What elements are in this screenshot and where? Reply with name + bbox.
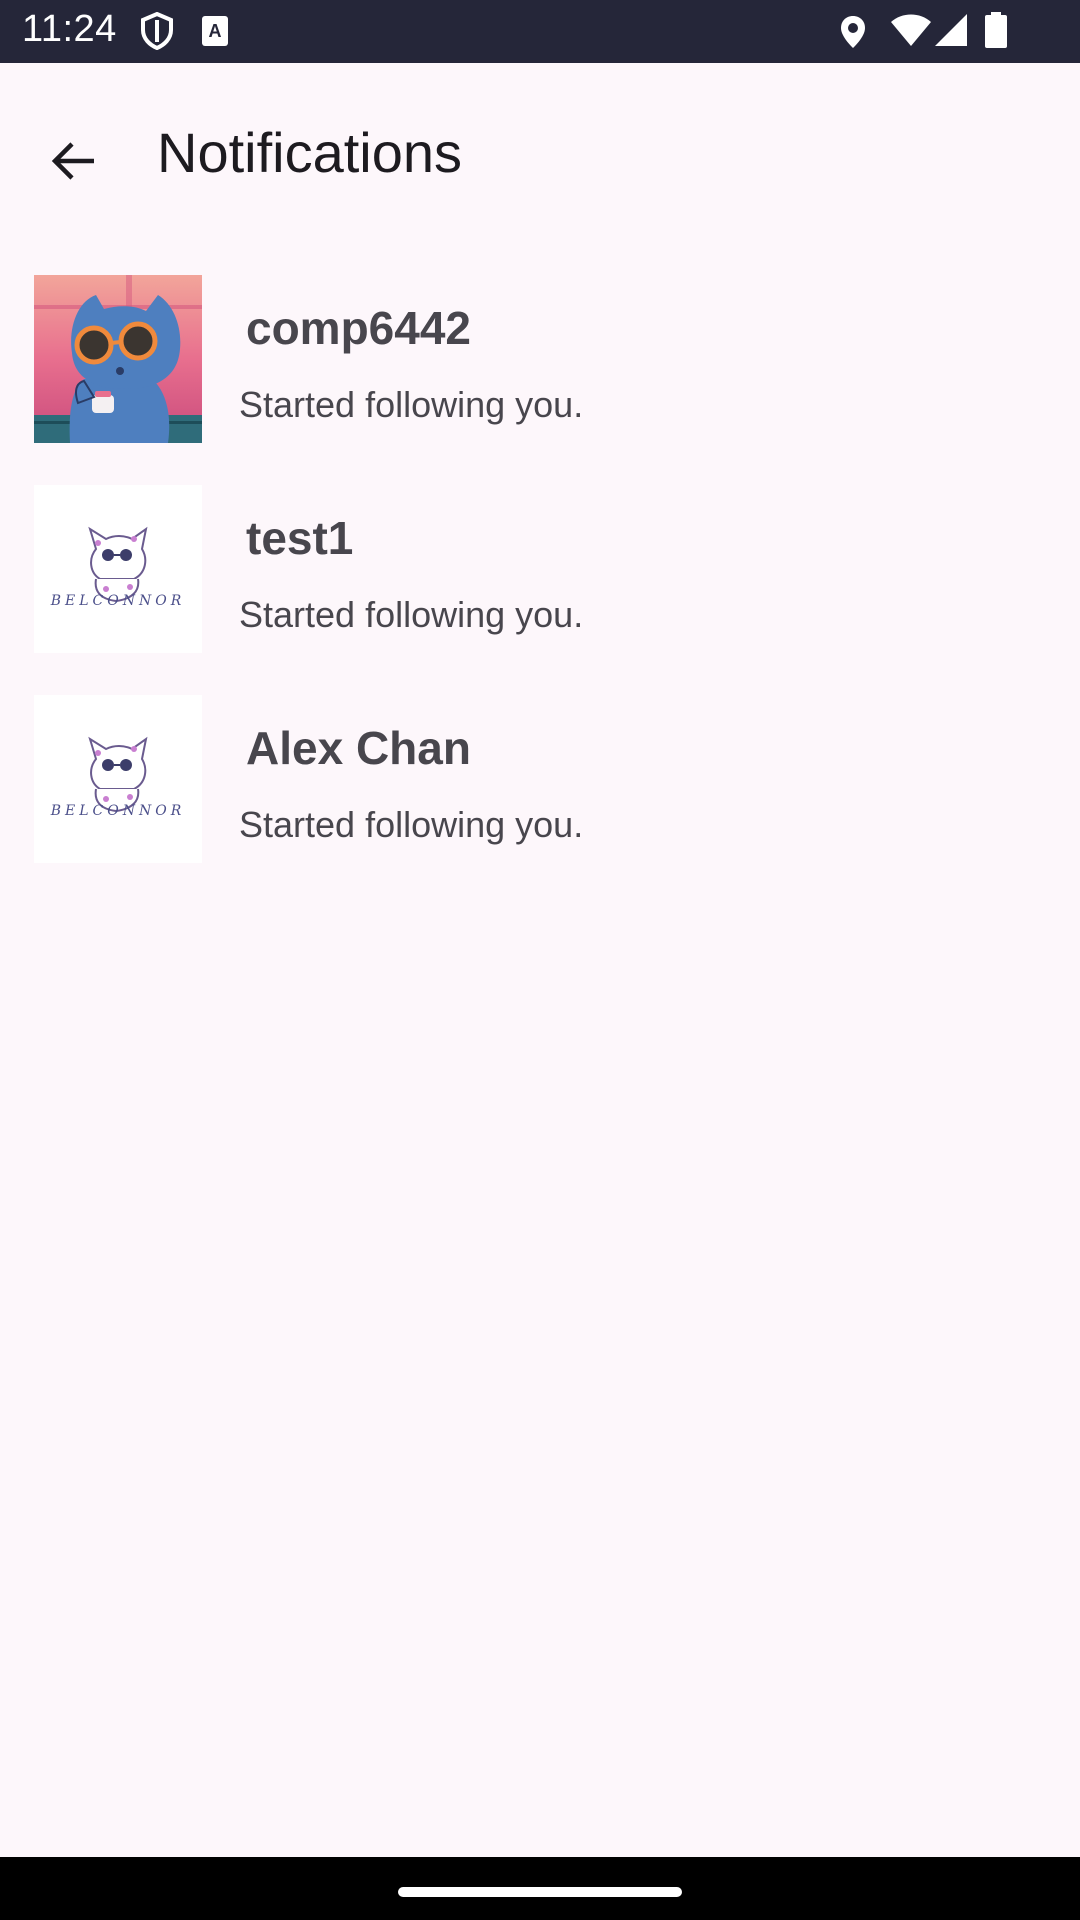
svg-text:A: A: [209, 21, 222, 41]
cell-signal-icon: [933, 12, 969, 52]
wifi-icon: [890, 14, 932, 52]
status-time: 11:24: [22, 8, 117, 50]
notification-username: comp6442: [246, 302, 472, 354]
avatar[interactable]: BELCONNOR: [34, 485, 202, 653]
avatar-logo-text: BELCONNOR: [50, 593, 186, 609]
notification-message: Started following you.: [239, 804, 584, 845]
arrow-back-icon: [50, 137, 98, 189]
app-bar: Notifications: [0, 63, 1080, 253]
notification-username: Alex Chan: [246, 722, 471, 774]
notification-item[interactable]: comp6442 Started following you.: [0, 265, 1080, 455]
back-button[interactable]: [36, 125, 112, 201]
notification-message: Started following you.: [239, 594, 584, 635]
battery-icon: [985, 12, 1007, 52]
avatar-logo-text: BELCONNOR: [50, 803, 186, 819]
status-bar: 11:24 A: [0, 0, 1080, 63]
notification-username: test1: [246, 512, 354, 564]
notification-item[interactable]: BELCONNOR test1 Started following you.: [0, 475, 1080, 665]
location-icon: [838, 14, 868, 54]
navigation-bar: [0, 1857, 1080, 1920]
avatar[interactable]: [34, 275, 202, 443]
page-title: Notifications: [157, 121, 463, 184]
notification-message: Started following you.: [239, 384, 584, 425]
avatar[interactable]: BELCONNOR: [34, 695, 202, 863]
notification-item[interactable]: BELCONNOR Alex Chan Started following yo…: [0, 685, 1080, 875]
home-gesture-handle[interactable]: [398, 1887, 682, 1897]
font-a-icon: A: [202, 16, 228, 50]
shield-icon: [140, 11, 174, 54]
